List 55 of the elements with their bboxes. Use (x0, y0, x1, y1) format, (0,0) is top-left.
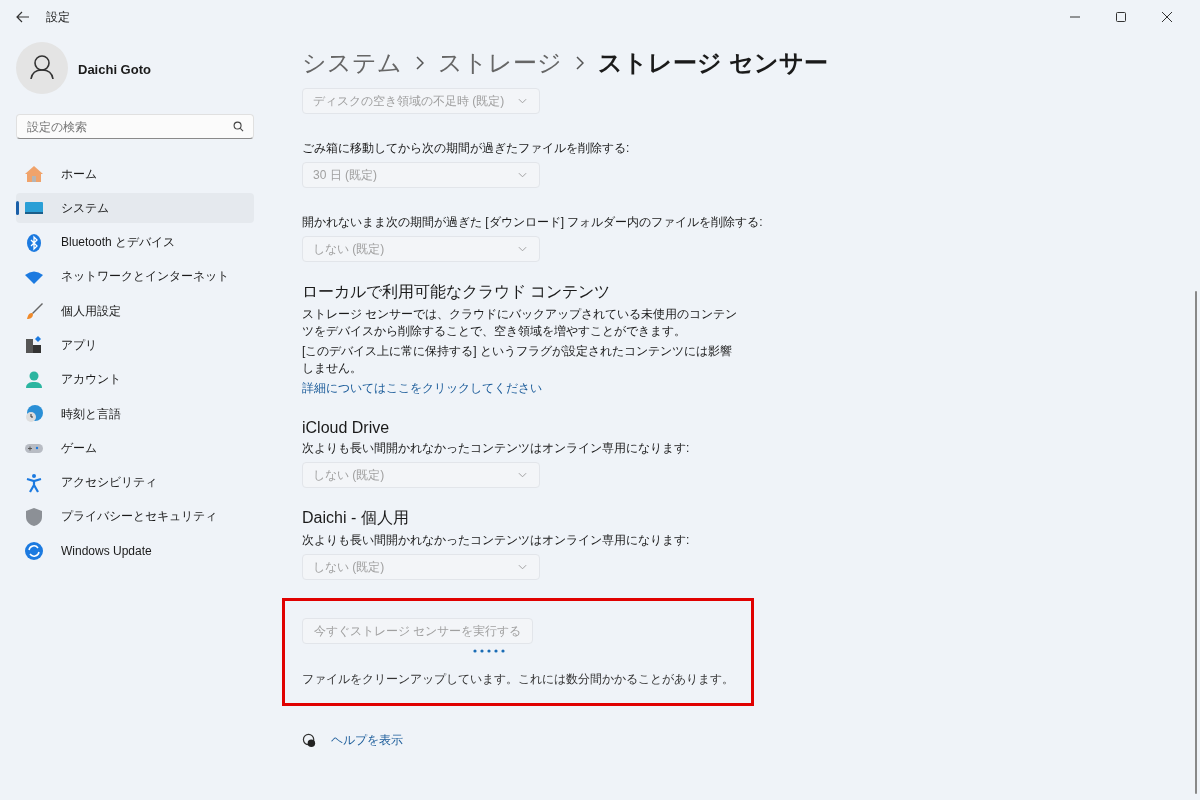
help-link[interactable]: ヘルプを表示 (331, 732, 403, 749)
apps-icon (24, 335, 44, 356)
sidebar-item[interactable]: システム (16, 193, 254, 224)
sidebar-item[interactable]: アカウント (16, 364, 254, 395)
chevron-down-icon (518, 564, 527, 570)
sidebar-item[interactable]: Windows Update (16, 536, 254, 567)
search-icon (233, 121, 244, 132)
sidebar-item[interactable]: 時刻と言語 (16, 399, 254, 430)
window-title: 設定 (46, 8, 70, 26)
accessibility-icon (24, 472, 44, 493)
setting-label: 次よりも長い間開かれなかったコンテンツはオンライン専用になります: (302, 440, 690, 457)
sidebar-item[interactable]: ゲーム (16, 433, 254, 464)
setting-label: 開かれないまま次の期間が過ぎた [ダウンロード] フォルダー内のファイルを削除する: (302, 214, 763, 231)
sidebar-item[interactable]: 個人用設定 (16, 296, 254, 327)
section-heading: Daichi - 個人用 (302, 508, 409, 528)
sidebar-item[interactable]: ホーム (16, 159, 254, 189)
section-heading: ローカルで利用可能なクラウド コンテンツ (302, 282, 611, 302)
brush-icon (24, 301, 44, 322)
help-icon (302, 733, 317, 748)
sync-icon (24, 541, 44, 562)
avatar-icon (16, 42, 68, 94)
chevron-down-icon (518, 98, 527, 104)
description-text: ストレージ センサーでは、クラウドにバックアップされている未使用のコンテンツをデバイスから削除することで、空き領域を増やすことができます。 (302, 306, 739, 340)
sidebar-item[interactable]: Bluetooth とデバイス (16, 227, 254, 258)
progress-dots (473, 649, 505, 653)
section-heading: iCloud Drive (302, 419, 390, 437)
bluetooth-icon (24, 232, 44, 253)
chevron-down-icon (518, 246, 527, 252)
description-text: [このデバイス上に常に保持する] というフラグが設定されたコンテンツには影響しません。 (302, 343, 733, 377)
search-field[interactable]: 設定の検索 (16, 114, 254, 139)
breadcrumb-link[interactable]: ストレージ (438, 47, 562, 79)
maximize-icon[interactable] (1116, 12, 1126, 22)
person-icon (24, 369, 44, 390)
breadcrumb-link[interactable]: システム (302, 47, 402, 79)
profile-name: Daichi Goto (78, 62, 151, 77)
sidebar-item[interactable]: プライバシーとセキュリティ (16, 501, 254, 532)
status-text: ファイルをクリーンアップしています。これには数分間かかることがあります。 (302, 671, 734, 688)
sidebar-item[interactable]: アプリ (16, 330, 254, 361)
sidebar-item[interactable]: アクセシビリティ (16, 467, 254, 498)
learn-more-link[interactable]: 詳細についてはここをクリックしてください (302, 380, 542, 397)
shield-icon (24, 506, 44, 527)
setting-label: ごみ箱に移動してから次の期間が過ぎたファイルを削除する: (302, 140, 630, 157)
chevron-down-icon (518, 172, 527, 178)
chevron-icon (576, 56, 584, 70)
house-icon (24, 164, 44, 184)
globe-clock-icon (24, 404, 44, 425)
scrollbar[interactable] (1195, 291, 1197, 794)
page-title: ストレージ センサー (598, 48, 828, 78)
setting-label: 次よりも長い間開かれなかったコンテンツはオンライン専用になります: (302, 532, 690, 549)
chevron-icon (416, 56, 424, 70)
sidebar-item[interactable]: ネットワークとインターネット (16, 261, 254, 292)
back-arrow-icon[interactable] (16, 11, 30, 23)
close-icon[interactable] (1162, 12, 1172, 22)
selection-indicator (16, 201, 19, 216)
chevron-down-icon (518, 472, 527, 478)
